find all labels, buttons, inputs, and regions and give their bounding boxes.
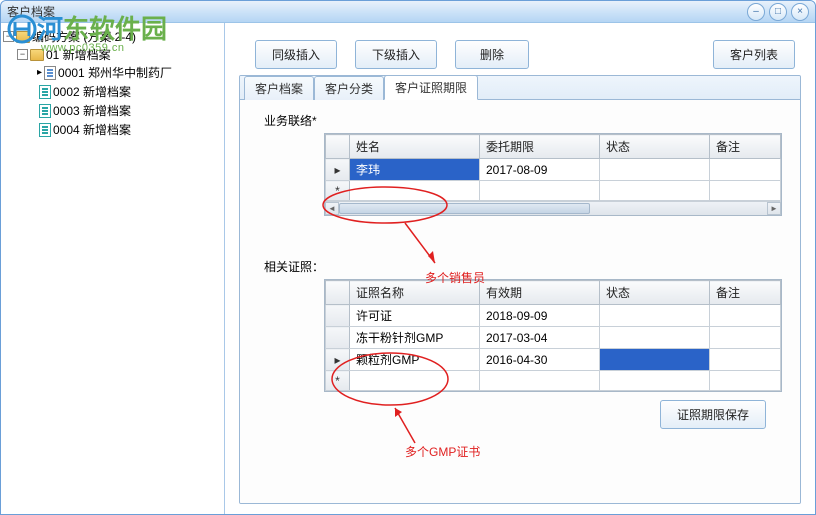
- cell-remark[interactable]: [710, 159, 781, 181]
- tree: − 编码方案 (方案 2-4) − 01 新增档案: [3, 27, 222, 141]
- tree-leaf[interactable]: ▸ 0001 郑州华中制药厂: [37, 64, 222, 81]
- cell-period[interactable]: 2017-08-09: [480, 159, 600, 181]
- grid-scrollbar[interactable]: ◄ ►: [325, 201, 781, 215]
- collapse-icon[interactable]: −: [3, 31, 14, 42]
- tab-customer-category[interactable]: 客户分类: [314, 76, 384, 100]
- table-row[interactable]: 冻干粉针剂GMP 2017-03-04: [326, 327, 781, 349]
- table-row[interactable]: 许可证 2018-09-09: [326, 305, 781, 327]
- cell-remark[interactable]: [710, 305, 781, 327]
- content-panel: 同级插入 下级插入 删除 客户列表 客户档案 客户分类 客户证照期限 业务联络*: [225, 23, 815, 514]
- tree-root[interactable]: − 编码方案 (方案 2-4): [3, 28, 222, 45]
- tree-panel: − 编码方案 (方案 2-4) − 01 新增档案: [1, 23, 225, 514]
- row-marker: *: [326, 371, 350, 391]
- cell-valid[interactable]: 2017-03-04: [480, 327, 600, 349]
- cell-license[interactable]: 许可证: [350, 305, 480, 327]
- collapse-icon[interactable]: −: [17, 49, 28, 60]
- col-status[interactable]: 状态: [600, 135, 710, 159]
- delete-button[interactable]: 删除: [455, 40, 529, 69]
- cell-valid[interactable]: 2018-09-09: [480, 305, 600, 327]
- toolbar: 同级插入 下级插入 删除 客户列表: [239, 33, 801, 75]
- tree-leaf[interactable]: 0003 新增档案: [37, 102, 222, 119]
- cell-license[interactable]: 颗粒剂GMP: [350, 349, 480, 371]
- tree-leaf[interactable]: 0004 新增档案: [37, 121, 222, 138]
- row-marker: ▸: [326, 159, 350, 181]
- folder-icon: [16, 31, 30, 43]
- arrow-icon: ▸: [37, 67, 42, 78]
- row-marker: [326, 327, 350, 349]
- cell-status[interactable]: [600, 159, 710, 181]
- titlebar: 客户档案 – □ ×: [1, 1, 815, 23]
- cell-period[interactable]: [480, 181, 600, 201]
- tabs-container: 客户档案 客户分类 客户证照期限 业务联络* 姓名: [239, 75, 801, 504]
- col-license-name[interactable]: 证照名称: [350, 281, 480, 305]
- tree-leaf[interactable]: 0002 新增档案: [37, 83, 222, 100]
- minimize-button[interactable]: –: [747, 3, 765, 21]
- close-button[interactable]: ×: [791, 3, 809, 21]
- tree-leaf-label: 0003 新增档案: [53, 102, 131, 119]
- save-license-button[interactable]: 证照期限保存: [660, 400, 766, 429]
- window-title: 客户档案: [7, 3, 747, 20]
- col-delegate-period[interactable]: 委托期限: [480, 135, 600, 159]
- window-controls: – □ ×: [747, 3, 809, 21]
- page-icon: [39, 104, 51, 118]
- cell-status[interactable]: [600, 305, 710, 327]
- section2-label: 相关证照：: [264, 258, 786, 275]
- tab-body: 业务联络* 姓名 委托期限 状态 备注: [240, 100, 800, 503]
- section1-label: 业务联络*: [264, 112, 786, 129]
- tree-leaf-label: 0001 郑州华中制药厂: [58, 64, 172, 81]
- main-area: − 编码方案 (方案 2-4) − 01 新增档案: [1, 23, 815, 514]
- table-row[interactable]: *: [326, 371, 781, 391]
- cell-remark[interactable]: [710, 181, 781, 201]
- tree-leaf-label: 0002 新增档案: [53, 83, 131, 100]
- app-window: 客户档案 – □ × 河东软件园 www.pc0359.cn − 编码方案 (方…: [0, 0, 816, 515]
- col-remark[interactable]: 备注: [710, 135, 781, 159]
- row-marker: ▸: [326, 349, 350, 371]
- table-row[interactable]: ▸ 颗粒剂GMP 2016-04-30: [326, 349, 781, 371]
- grid-corner: [326, 281, 350, 305]
- grid-corner: [326, 135, 350, 159]
- cell-name[interactable]: 李玮: [350, 159, 480, 181]
- scroll-left-icon[interactable]: ◄: [325, 202, 339, 215]
- cell-license[interactable]: [350, 371, 480, 391]
- tab-license-period[interactable]: 客户证照期限: [384, 75, 478, 100]
- licenses-grid: 证照名称 有效期 状态 备注 许可证 2018-09-09 冻干粉针剂GMP 2…: [324, 279, 782, 392]
- footer: 证照期限保存: [254, 392, 786, 433]
- cell-license[interactable]: 冻干粉针剂GMP: [350, 327, 480, 349]
- cell-remark[interactable]: [710, 371, 781, 391]
- contacts-grid: 姓名 委托期限 状态 备注 ▸ 李玮 2017-08-09 *: [324, 133, 782, 216]
- page-icon: [39, 123, 51, 137]
- cell-status[interactable]: [600, 181, 710, 201]
- row-marker: *: [326, 181, 350, 201]
- cell-name[interactable]: [350, 181, 480, 201]
- cell-valid[interactable]: [480, 371, 600, 391]
- cell-status[interactable]: [600, 371, 710, 391]
- tab-customer-profile[interactable]: 客户档案: [244, 76, 314, 100]
- cell-remark[interactable]: [710, 349, 781, 371]
- customer-list-button[interactable]: 客户列表: [713, 40, 795, 69]
- tabs-header: 客户档案 客户分类 客户证照期限: [240, 76, 800, 100]
- col-status[interactable]: 状态: [600, 281, 710, 305]
- row-marker: [326, 305, 350, 327]
- cell-valid[interactable]: 2016-04-30: [480, 349, 600, 371]
- cell-status[interactable]: [600, 327, 710, 349]
- maximize-button[interactable]: □: [769, 3, 787, 21]
- page-icon: [39, 85, 51, 99]
- scroll-right-icon[interactable]: ►: [767, 202, 781, 215]
- col-remark[interactable]: 备注: [710, 281, 781, 305]
- cell-remark[interactable]: [710, 327, 781, 349]
- col-valid-until[interactable]: 有效期: [480, 281, 600, 305]
- col-name[interactable]: 姓名: [350, 135, 480, 159]
- table-row[interactable]: *: [326, 181, 781, 201]
- scroll-thumb[interactable]: [339, 203, 590, 214]
- insert-child-button[interactable]: 下级插入: [355, 40, 437, 69]
- page-icon: [44, 66, 56, 80]
- folder-icon: [30, 49, 44, 61]
- insert-same-button[interactable]: 同级插入: [255, 40, 337, 69]
- cell-status[interactable]: [600, 349, 710, 371]
- table-row[interactable]: ▸ 李玮 2017-08-09: [326, 159, 781, 181]
- tree-leaf-label: 0004 新增档案: [53, 121, 131, 138]
- tree-node-01[interactable]: − 01 新增档案: [17, 46, 222, 63]
